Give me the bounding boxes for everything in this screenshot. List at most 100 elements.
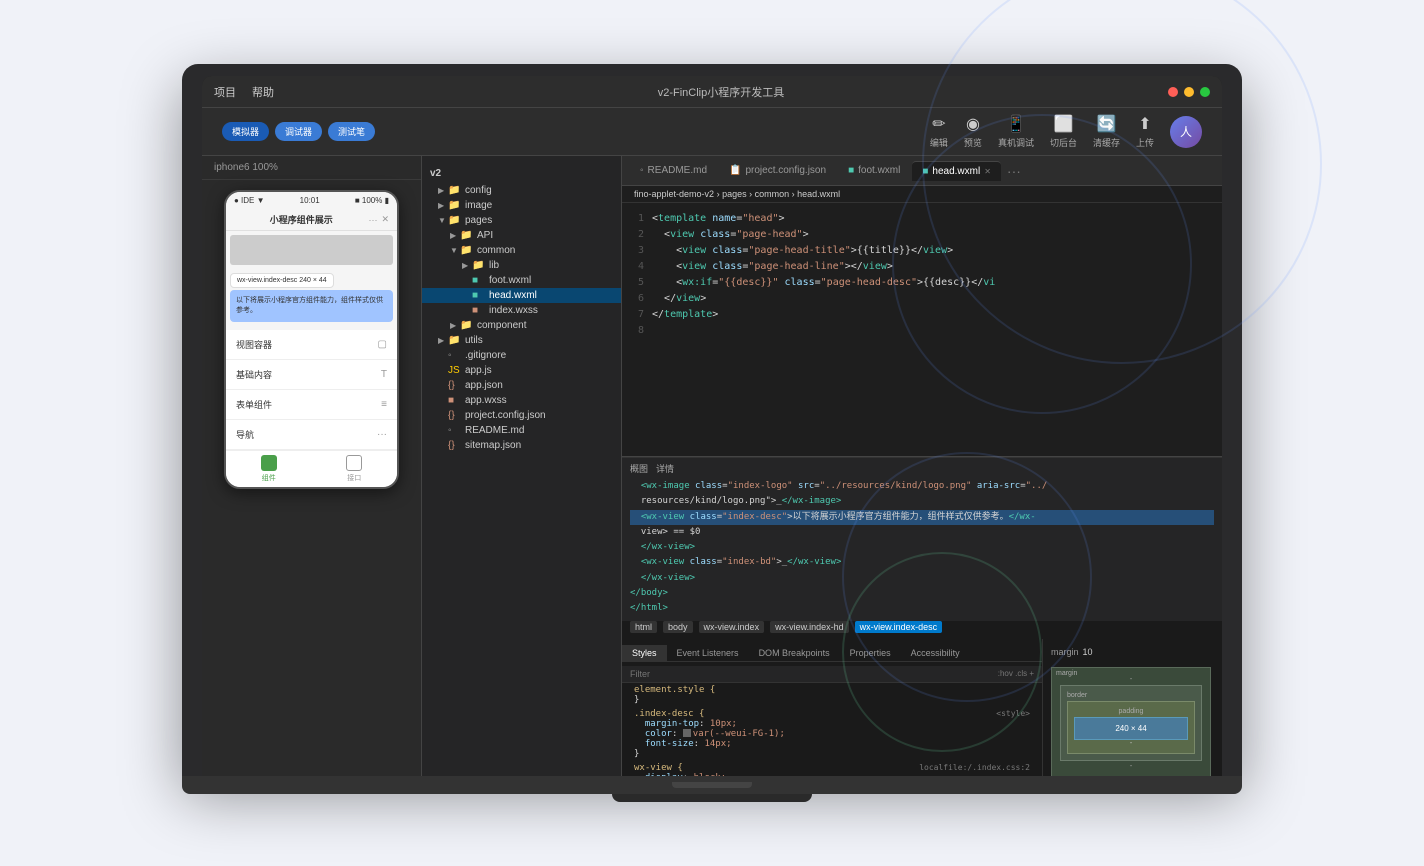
tree-item-component[interactable]: ▶ 📁 component	[422, 318, 621, 333]
edit-action[interactable]: ✏ 编辑	[930, 114, 948, 149]
upload-action[interactable]: ⬆ 上传	[1136, 114, 1154, 149]
css-selector-index-desc: .index-desc {	[634, 709, 704, 719]
editor-panel: ◦ README.md 📋 project.config.json ■ foot…	[622, 156, 1222, 776]
tree-label-app-wxss: app.wxss	[465, 395, 507, 406]
tab-foot-wxml[interactable]: ■ foot.wxml	[838, 161, 910, 180]
tab-accessibility[interactable]: Accessibility	[901, 645, 970, 661]
phone-nav-item-2[interactable]: 表单组件 ≡	[226, 390, 397, 420]
phone-nav-list: 视图容器 ▢ 基础内容 T 表单组件 ≡	[226, 330, 397, 450]
tree-item-foot-wxml[interactable]: ■ foot.wxml	[422, 273, 621, 288]
tree-item-common[interactable]: ▼ 📁 common	[422, 243, 621, 258]
phone-nav-item-0[interactable]: 视图容器 ▢	[226, 330, 397, 360]
tree-item-image[interactable]: ▶ 📁 image	[422, 198, 621, 213]
devtools-sub-tabs: 概图 详情	[630, 462, 1214, 475]
tree-item-app-wxss[interactable]: ■ app.wxss	[422, 393, 621, 408]
bc-html[interactable]: html	[630, 621, 657, 633]
margin-bottom-val: -	[1060, 763, 1202, 770]
subtab-detail[interactable]: 详情	[656, 462, 674, 475]
tree-item-app-js[interactable]: JS app.js	[422, 363, 621, 378]
tree-item-project-config[interactable]: {} project.config.json	[422, 408, 621, 423]
phone-banner	[230, 235, 393, 265]
phone-nav-item-1[interactable]: 基础内容 T	[226, 360, 397, 390]
preview-label: 预览	[964, 136, 982, 149]
code-text-8	[652, 323, 658, 339]
tree-item-app-json[interactable]: {} app.json	[422, 378, 621, 393]
phone-bottom-item-0[interactable]: 组件	[226, 455, 312, 483]
phone-nav-item-3[interactable]: 导航 ···	[226, 420, 397, 450]
tree-item-lib[interactable]: ▶ 📁 lib	[422, 258, 621, 273]
padding-bottom-val: -	[1074, 740, 1188, 747]
bc-body[interactable]: body	[663, 621, 693, 633]
maximize-button[interactable]	[1200, 87, 1210, 97]
clear-cache-label: 清缓存	[1093, 136, 1120, 149]
line-num-3: 3	[622, 243, 652, 259]
device-debug-action[interactable]: 📱 真机调试	[998, 114, 1034, 149]
background-action[interactable]: ⬜ 切后台	[1050, 114, 1077, 149]
folder-icon-pages: 📁	[448, 215, 462, 226]
tree-arrow-utils: ▶	[438, 336, 448, 345]
phone-battery: ■ 100% ▮	[355, 196, 389, 205]
code-editor[interactable]: 1 <template name="head"> 2 <view class="…	[622, 203, 1222, 456]
tab-event-listeners[interactable]: Event Listeners	[667, 645, 749, 661]
file-icon-readme: ◦	[448, 425, 462, 436]
code-line-3: 3 <view class="page-head-title">{{title}…	[622, 243, 1222, 259]
preview-line-2: resources/kind/logo.png">_</wx-image>	[630, 494, 1214, 509]
line-num-5: 5	[622, 275, 652, 291]
tree-item-head-wxml[interactable]: ■ head.wxml	[422, 288, 621, 303]
tab-head-wxml[interactable]: ■ head.wxml ✕	[912, 161, 1001, 181]
tab-head-icon: ■	[922, 166, 928, 177]
bc-wx-view-index[interactable]: wx-view.index	[699, 621, 765, 633]
css-rule-wx-view: wx-view {localfile:/.index.css:2 display…	[622, 761, 1042, 776]
breadcrumb-item-1: pages	[722, 189, 747, 199]
folder-icon-config: 📁	[448, 185, 462, 196]
debugger-button[interactable]: 调试器	[275, 122, 322, 141]
subtab-outline[interactable]: 概图	[630, 462, 648, 475]
bc-wx-view-index-desc[interactable]: wx-view.index-desc	[855, 621, 943, 633]
phone-element-tooltip: wx-view.index-desc 240 × 44	[230, 273, 334, 288]
styles-left: Styles Event Listeners DOM Breakpoints P…	[622, 639, 1042, 776]
minimize-button[interactable]	[1184, 87, 1194, 97]
css-val-display: block;	[694, 773, 727, 776]
filter-input[interactable]	[630, 669, 994, 679]
close-button[interactable]	[1168, 87, 1178, 97]
tree-item-pages[interactable]: ▼ 📁 pages	[422, 213, 621, 228]
tab-head-label: head.wxml	[932, 166, 980, 177]
tab-close-icon[interactable]: ✕	[984, 167, 991, 176]
more-tabs-button[interactable]: ···	[1007, 163, 1021, 179]
bc-wx-view-index-hd[interactable]: wx-view.index-hd	[770, 621, 849, 633]
tab-readme-icon: ◦	[640, 165, 644, 176]
tree-label-head-wxml: head.wxml	[489, 290, 537, 301]
tree-label-lib: lib	[489, 260, 499, 271]
tab-properties[interactable]: Properties	[840, 645, 901, 661]
code-line-6: 6 </view>	[622, 291, 1222, 307]
code-text-5: <wx:if="{{desc}}" class="page-head-desc"…	[652, 275, 995, 291]
tree-item-sitemap[interactable]: {} sitemap.json	[422, 438, 621, 453]
phone-time: 10:01	[300, 196, 320, 205]
menu-item-project[interactable]: 项目	[214, 84, 236, 100]
tree-label-component: component	[477, 320, 526, 331]
phone-bottom-item-1[interactable]: 接口	[312, 455, 398, 483]
tab-dom-breakpoints[interactable]: DOM Breakpoints	[749, 645, 840, 661]
preview-action[interactable]: ◉ 预览	[964, 114, 982, 149]
nav-icon-0: ▢	[378, 339, 387, 350]
tab-project-config[interactable]: 📋 project.config.json	[719, 161, 836, 180]
menu-item-help[interactable]: 帮助	[252, 84, 274, 100]
device-debug-label: 真机调试	[998, 136, 1034, 149]
clear-cache-action[interactable]: 🔄 清缓存	[1093, 114, 1120, 149]
file-icon-index-wxss: ■	[472, 305, 486, 316]
tree-item-utils[interactable]: ▶ 📁 utils	[422, 333, 621, 348]
app-window: 项目 帮助 v2-FinClip小程序开发工具 模拟器 调试器	[202, 76, 1222, 776]
device-selector: 模拟器 调试器 测试笔	[222, 122, 375, 141]
tree-item-readme[interactable]: ◦ README.md	[422, 423, 621, 438]
simulator-button[interactable]: 模拟器	[222, 122, 269, 141]
user-avatar[interactable]: 人	[1170, 116, 1202, 148]
tree-label-index-wxss: index.wxss	[489, 305, 538, 316]
tree-item-config[interactable]: ▶ 📁 config	[422, 183, 621, 198]
tree-item-index-wxss[interactable]: ■ index.wxss	[422, 303, 621, 318]
tree-item-gitignore[interactable]: ◦ .gitignore	[422, 348, 621, 363]
tab-readme[interactable]: ◦ README.md	[630, 161, 717, 180]
laptop-notch	[672, 782, 752, 788]
test-button[interactable]: 测试笔	[328, 122, 375, 141]
tab-styles[interactable]: Styles	[622, 645, 667, 661]
tree-item-api[interactable]: ▶ 📁 API	[422, 228, 621, 243]
